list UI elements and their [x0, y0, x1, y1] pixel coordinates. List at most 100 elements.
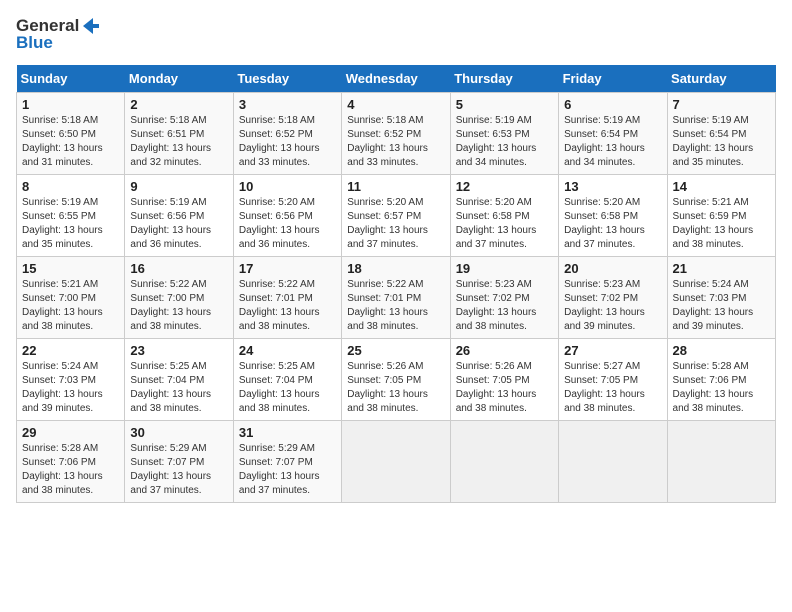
calendar-cell: 26 Sunrise: 5:26 AM Sunset: 7:05 PM Dayli… [450, 338, 558, 420]
day-number: 15 [22, 261, 119, 276]
calendar-cell: 30 Sunrise: 5:29 AM Sunset: 7:07 PM Dayli… [125, 420, 233, 502]
day-number: 29 [22, 425, 119, 440]
day-number: 5 [456, 97, 553, 112]
logo-blue: Blue [16, 34, 101, 53]
calendar-cell: 23 Sunrise: 5:25 AM Sunset: 7:04 PM Dayli… [125, 338, 233, 420]
day-info: Sunrise: 5:19 AM Sunset: 6:54 PM Dayligh… [673, 114, 770, 170]
calendar-cell: 11Sunrise: 5:20 AM Sunset: 6:57 PM Dayli… [342, 174, 450, 256]
calendar-cell [667, 420, 775, 502]
day-info: Sunrise: 5:19 AM Sunset: 6:53 PM Dayligh… [456, 114, 553, 170]
calendar-header-cell: Monday [125, 65, 233, 93]
calendar-header-cell: Sunday [17, 65, 125, 93]
calendar-cell: 28 Sunrise: 5:28 AM Sunset: 7:06 PM Dayli… [667, 338, 775, 420]
calendar-header-row: SundayMondayTuesdayWednesdayThursdayFrid… [17, 65, 776, 93]
calendar-cell: 21 Sunrise: 5:24 AM Sunset: 7:03 PM Dayli… [667, 256, 775, 338]
day-number: 24 [239, 343, 336, 358]
day-info: Sunrise: 5:20 AM Sunset: 6:58 PM Dayligh… [456, 196, 553, 252]
calendar-row: 15 Sunrise: 5:21 AM Sunset: 7:00 PM Dayli… [17, 256, 776, 338]
day-number: 14 [673, 179, 770, 194]
day-info: Sunrise: 5:20 AM Sunset: 6:56 PM Dayligh… [239, 196, 336, 252]
day-info: Sunrise: 5:25 AM Sunset: 7:04 PM Dayligh… [130, 360, 227, 416]
day-info: Sunrise: 5:23 AM Sunset: 7:02 PM Dayligh… [456, 278, 553, 334]
calendar-cell: 22 Sunrise: 5:24 AM Sunset: 7:03 PM Dayli… [17, 338, 125, 420]
day-info: Sunrise: 5:23 AM Sunset: 7:02 PM Dayligh… [564, 278, 661, 334]
day-number: 13 [564, 179, 661, 194]
calendar-cell: 6 Sunrise: 5:19 AM Sunset: 6:54 PM Daylig… [559, 92, 667, 174]
day-number: 19 [456, 261, 553, 276]
day-number: 27 [564, 343, 661, 358]
day-info: Sunrise: 5:19 AM Sunset: 6:54 PM Dayligh… [564, 114, 661, 170]
day-info: Sunrise: 5:20 AM Sunset: 6:57 PM Dayligh… [347, 196, 444, 252]
day-info: Sunrise: 5:26 AM Sunset: 7:05 PM Dayligh… [347, 360, 444, 416]
calendar-cell: 20Sunrise: 5:23 AM Sunset: 7:02 PM Dayli… [559, 256, 667, 338]
calendar-cell: 19 Sunrise: 5:23 AM Sunset: 7:02 PM Dayli… [450, 256, 558, 338]
page-header: General Blue [16, 16, 776, 53]
calendar-cell: 13Sunrise: 5:20 AM Sunset: 6:58 PM Dayli… [559, 174, 667, 256]
calendar-cell: 18Sunrise: 5:22 AM Sunset: 7:01 PM Dayli… [342, 256, 450, 338]
calendar-cell: 24 Sunrise: 5:25 AM Sunset: 7:04 PM Dayli… [233, 338, 341, 420]
calendar-cell: 27Sunrise: 5:27 AM Sunset: 7:05 PM Dayli… [559, 338, 667, 420]
day-info: Sunrise: 5:28 AM Sunset: 7:06 PM Dayligh… [22, 442, 119, 498]
logo-container: General Blue [16, 16, 101, 53]
calendar-cell: 9Sunrise: 5:19 AM Sunset: 6:56 PM Daylig… [125, 174, 233, 256]
calendar-header-cell: Wednesday [342, 65, 450, 93]
calendar-row: 1Sunrise: 5:18 AM Sunset: 6:50 PM Daylig… [17, 92, 776, 174]
calendar-cell: 15 Sunrise: 5:21 AM Sunset: 7:00 PM Dayli… [17, 256, 125, 338]
calendar-cell [342, 420, 450, 502]
calendar-row: 8Sunrise: 5:19 AM Sunset: 6:55 PM Daylig… [17, 174, 776, 256]
day-info: Sunrise: 5:18 AM Sunset: 6:50 PM Dayligh… [22, 114, 119, 170]
calendar-cell: 3 Sunrise: 5:18 AM Sunset: 6:52 PM Daylig… [233, 92, 341, 174]
day-info: Sunrise: 5:19 AM Sunset: 6:56 PM Dayligh… [130, 196, 227, 252]
calendar-cell: 8Sunrise: 5:19 AM Sunset: 6:55 PM Daylig… [17, 174, 125, 256]
calendar-cell: 17 Sunrise: 5:22 AM Sunset: 7:01 PM Dayli… [233, 256, 341, 338]
day-number: 7 [673, 97, 770, 112]
day-number: 4 [347, 97, 444, 112]
day-info: Sunrise: 5:25 AM Sunset: 7:04 PM Dayligh… [239, 360, 336, 416]
calendar-cell: 25 Sunrise: 5:26 AM Sunset: 7:05 PM Dayli… [342, 338, 450, 420]
calendar-cell: 14 Sunrise: 5:21 AM Sunset: 6:59 PM Dayli… [667, 174, 775, 256]
calendar-header-cell: Thursday [450, 65, 558, 93]
day-info: Sunrise: 5:24 AM Sunset: 7:03 PM Dayligh… [22, 360, 119, 416]
day-info: Sunrise: 5:19 AM Sunset: 6:55 PM Dayligh… [22, 196, 119, 252]
day-info: Sunrise: 5:22 AM Sunset: 7:01 PM Dayligh… [347, 278, 444, 334]
calendar-body: 1Sunrise: 5:18 AM Sunset: 6:50 PM Daylig… [17, 92, 776, 502]
logo: General Blue [16, 16, 101, 53]
calendar-cell: 5 Sunrise: 5:19 AM Sunset: 6:53 PM Daylig… [450, 92, 558, 174]
day-info: Sunrise: 5:22 AM Sunset: 7:01 PM Dayligh… [239, 278, 336, 334]
day-number: 2 [130, 97, 227, 112]
day-info: Sunrise: 5:18 AM Sunset: 6:51 PM Dayligh… [130, 114, 227, 170]
calendar-cell [559, 420, 667, 502]
day-number: 12 [456, 179, 553, 194]
day-info: Sunrise: 5:28 AM Sunset: 7:06 PM Dayligh… [673, 360, 770, 416]
day-info: Sunrise: 5:29 AM Sunset: 7:07 PM Dayligh… [239, 442, 336, 498]
day-info: Sunrise: 5:21 AM Sunset: 7:00 PM Dayligh… [22, 278, 119, 334]
calendar-cell: 12 Sunrise: 5:20 AM Sunset: 6:58 PM Dayli… [450, 174, 558, 256]
day-number: 17 [239, 261, 336, 276]
day-number: 3 [239, 97, 336, 112]
calendar-cell: 1Sunrise: 5:18 AM Sunset: 6:50 PM Daylig… [17, 92, 125, 174]
day-number: 23 [130, 343, 227, 358]
day-info: Sunrise: 5:21 AM Sunset: 6:59 PM Dayligh… [673, 196, 770, 252]
day-number: 26 [456, 343, 553, 358]
day-info: Sunrise: 5:26 AM Sunset: 7:05 PM Dayligh… [456, 360, 553, 416]
calendar-table: SundayMondayTuesdayWednesdayThursdayFrid… [16, 65, 776, 503]
calendar-cell [450, 420, 558, 502]
day-info: Sunrise: 5:29 AM Sunset: 7:07 PM Dayligh… [130, 442, 227, 498]
logo-arrow-icon [81, 16, 101, 36]
day-number: 6 [564, 97, 661, 112]
calendar-cell: 16Sunrise: 5:22 AM Sunset: 7:00 PM Dayli… [125, 256, 233, 338]
day-info: Sunrise: 5:24 AM Sunset: 7:03 PM Dayligh… [673, 278, 770, 334]
calendar-cell: 29 Sunrise: 5:28 AM Sunset: 7:06 PM Dayli… [17, 420, 125, 502]
calendar-header-cell: Saturday [667, 65, 775, 93]
day-number: 10 [239, 179, 336, 194]
day-number: 25 [347, 343, 444, 358]
day-info: Sunrise: 5:18 AM Sunset: 6:52 PM Dayligh… [347, 114, 444, 170]
calendar-row: 29 Sunrise: 5:28 AM Sunset: 7:06 PM Dayli… [17, 420, 776, 502]
day-info: Sunrise: 5:18 AM Sunset: 6:52 PM Dayligh… [239, 114, 336, 170]
day-number: 28 [673, 343, 770, 358]
day-number: 30 [130, 425, 227, 440]
day-number: 21 [673, 261, 770, 276]
calendar-cell: 7 Sunrise: 5:19 AM Sunset: 6:54 PM Daylig… [667, 92, 775, 174]
calendar-cell: 2 Sunrise: 5:18 AM Sunset: 6:51 PM Daylig… [125, 92, 233, 174]
day-number: 22 [22, 343, 119, 358]
